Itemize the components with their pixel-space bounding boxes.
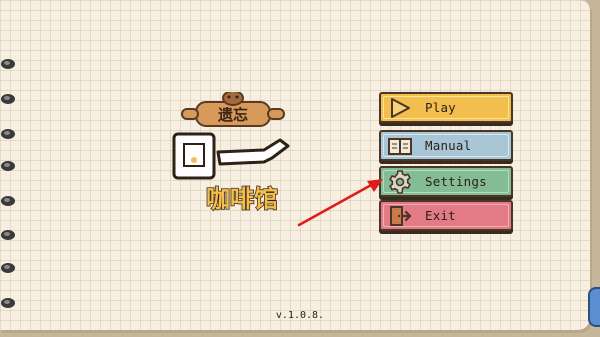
spiral-ring [0,127,16,141]
settings-button[interactable]: Settings [379,166,513,197]
manual-button[interactable]: Manual [379,130,513,161]
exit-button[interactable]: Exit [379,200,513,231]
spiral-ring [0,228,16,242]
gear-icon [387,169,413,194]
logo-bottom-text: 咖啡馆 [206,185,278,213]
logo-middle-text: 週一 [232,172,234,175]
spiral-ring [0,57,16,71]
corner-decoration [588,287,600,327]
spiral-ring [0,159,16,173]
book-icon [387,135,413,157]
annotation-arrow [295,170,390,230]
exit-door-icon [387,205,413,227]
play-icon [387,97,413,119]
game-logo: 遗忘 週一 咖啡馆 [168,90,298,222]
play-button[interactable]: Play [379,92,513,123]
spiral-ring [0,92,16,106]
spiral-ring [0,296,16,310]
play-label: Play [425,100,456,115]
spiral-ring [0,194,16,208]
exit-label: Exit [425,208,456,223]
manual-label: Manual [425,138,472,153]
logo-middle [172,132,290,180]
version-label: v.1.0.8. [275,310,325,321]
logo-top-text: 遗忘 [217,106,248,124]
settings-label: Settings [425,174,487,189]
spiral-ring [0,261,16,275]
